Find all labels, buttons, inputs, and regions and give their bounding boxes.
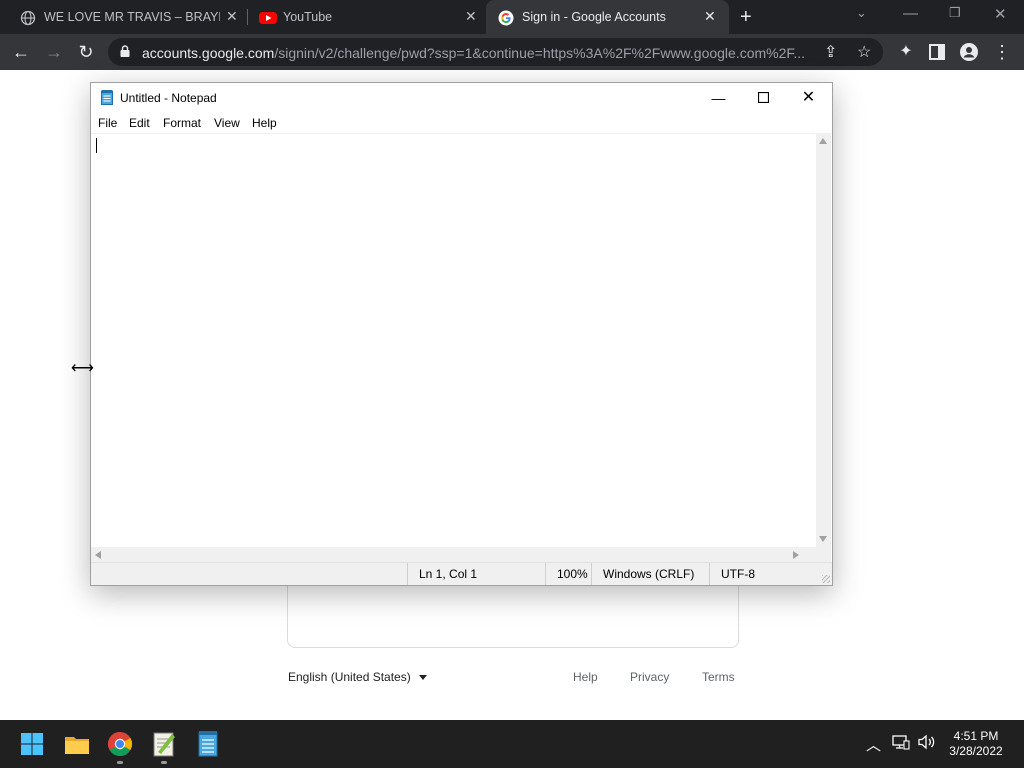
- reload-icon[interactable]: ↻: [75, 41, 97, 63]
- lock-icon: [120, 45, 130, 57]
- more-menu-icon[interactable]: ⋮: [991, 41, 1013, 63]
- scroll-left-arrow-icon[interactable]: [95, 551, 101, 559]
- browser-toolbar: ← → ↻ accounts.google.com/signin/v2/chal…: [0, 34, 1024, 70]
- menu-edit[interactable]: Edit: [129, 116, 150, 130]
- scroll-down-arrow-icon[interactable]: [819, 536, 827, 542]
- scroll-up-arrow-icon[interactable]: [819, 138, 827, 144]
- side-panel-icon[interactable]: [926, 41, 948, 63]
- status-encoding: UTF-8: [709, 563, 819, 585]
- browser-tab-strip: WE LOVE MR TRAVIS – BRAYLIN.C ✕ YouTube …: [0, 0, 1024, 34]
- horizontal-scrollbar[interactable]: [91, 547, 815, 562]
- status-cursor-position: Ln 1, Col 1: [407, 563, 545, 585]
- share-icon[interactable]: ⇪: [824, 42, 837, 62]
- youtube-icon: [259, 12, 277, 24]
- tab-separator: [247, 9, 248, 25]
- url-text[interactable]: accounts.google.com/signin/v2/challenge/…: [142, 45, 812, 61]
- menu-file[interactable]: File: [98, 116, 117, 130]
- close-tab-icon[interactable]: ✕: [704, 8, 716, 25]
- notepad-title-bar[interactable]: Untitled - Notepad — ✕: [91, 83, 832, 113]
- tab-google-sign-in[interactable]: Sign in - Google Accounts ✕: [486, 0, 729, 34]
- url-host: accounts.google.com: [142, 45, 275, 61]
- dropdown-caret-icon: [418, 675, 427, 681]
- extensions-puzzle-icon[interactable]: ✦: [895, 41, 917, 63]
- restore-browser-button[interactable]: ❐: [949, 5, 961, 21]
- volume-icon[interactable]: [917, 734, 937, 754]
- notepadplusplus-icon[interactable]: [148, 728, 180, 760]
- forward-arrow-icon[interactable]: →: [43, 41, 65, 63]
- scrollbar-corner: [815, 547, 831, 562]
- notepad-menu-bar: File Edit Format View Help: [91, 113, 832, 133]
- back-arrow-icon[interactable]: ←: [10, 41, 32, 63]
- bookmark-star-icon[interactable]: ☆: [857, 42, 871, 62]
- windows-taskbar: ︿ 4:51 PM 3/28/2022: [0, 720, 1024, 768]
- tab-we-love-mr-travis[interactable]: WE LOVE MR TRAVIS – BRAYLIN.C ✕: [0, 0, 245, 34]
- horizontal-resize-cursor-icon: ⟷: [71, 360, 94, 377]
- chrome-running-indicator: [117, 761, 123, 764]
- notepad-minimize-button[interactable]: —: [696, 83, 741, 113]
- text-cursor: [96, 138, 97, 153]
- profile-avatar-icon[interactable]: [958, 41, 980, 63]
- google-icon: [498, 10, 514, 26]
- notepad-status-bar: Ln 1, Col 1 100% Windows (CRLF) UTF-8: [91, 562, 832, 585]
- address-bar[interactable]: accounts.google.com/signin/v2/challenge/…: [108, 38, 883, 66]
- notepad-text-area[interactable]: [91, 133, 815, 548]
- notepad-close-button[interactable]: ✕: [786, 83, 831, 113]
- footer-help-link[interactable]: Help: [573, 670, 598, 684]
- notepad-window: Untitled - Notepad — ✕ File Edit Format …: [90, 82, 833, 586]
- footer-privacy-link[interactable]: Privacy: [630, 670, 669, 684]
- menu-format[interactable]: Format: [163, 116, 201, 130]
- notepad-title: Untitled - Notepad: [120, 91, 217, 105]
- notepad-app-icon: [101, 90, 113, 105]
- language-selector[interactable]: English (United States): [288, 670, 427, 684]
- notepad-icon[interactable]: [192, 728, 224, 760]
- scroll-right-arrow-icon[interactable]: [793, 551, 799, 559]
- tab-title: WE LOVE MR TRAVIS – BRAYLIN.C: [44, 10, 220, 24]
- clock-time: 4:51 PM: [953, 729, 999, 743]
- footer-terms-link[interactable]: Terms: [702, 670, 735, 684]
- tab-title: Sign in - Google Accounts: [522, 10, 666, 24]
- chrome-icon[interactable]: [104, 728, 136, 760]
- system-clock[interactable]: 4:51 PM 3/28/2022: [940, 729, 1012, 759]
- tab-title: YouTube: [283, 10, 333, 24]
- tab-search-chevron-icon[interactable]: ⌄: [856, 5, 867, 21]
- tab-youtube[interactable]: YouTube ✕: [249, 0, 485, 34]
- new-tab-button[interactable]: +: [740, 6, 752, 29]
- close-browser-button[interactable]: ✕: [994, 5, 1007, 23]
- globe-icon: [20, 10, 36, 26]
- menu-help[interactable]: Help: [252, 116, 277, 130]
- resize-grip-icon[interactable]: [822, 575, 830, 583]
- close-tab-icon[interactable]: ✕: [226, 8, 238, 25]
- vertical-scrollbar[interactable]: [816, 133, 831, 547]
- close-tab-icon[interactable]: ✕: [465, 8, 477, 25]
- notepadplusplus-running-indicator: [161, 761, 167, 764]
- minimize-browser-button[interactable]: —: [903, 5, 918, 22]
- file-explorer-icon[interactable]: [61, 728, 93, 760]
- menu-view[interactable]: View: [214, 116, 240, 130]
- start-icon[interactable]: [16, 728, 48, 760]
- url-path: /signin/v2/challenge/pwd?ssp=1&continue=…: [274, 45, 806, 61]
- notepad-maximize-button[interactable]: [741, 83, 786, 113]
- language-label: English (United States): [288, 670, 411, 684]
- network-icon[interactable]: [892, 734, 910, 754]
- status-line-ending: Windows (CRLF): [591, 563, 709, 585]
- status-zoom: 100%: [545, 563, 591, 585]
- show-hidden-icons-chevron-icon[interactable]: ︿: [866, 734, 881, 755]
- clock-date: 3/28/2022: [949, 744, 1003, 758]
